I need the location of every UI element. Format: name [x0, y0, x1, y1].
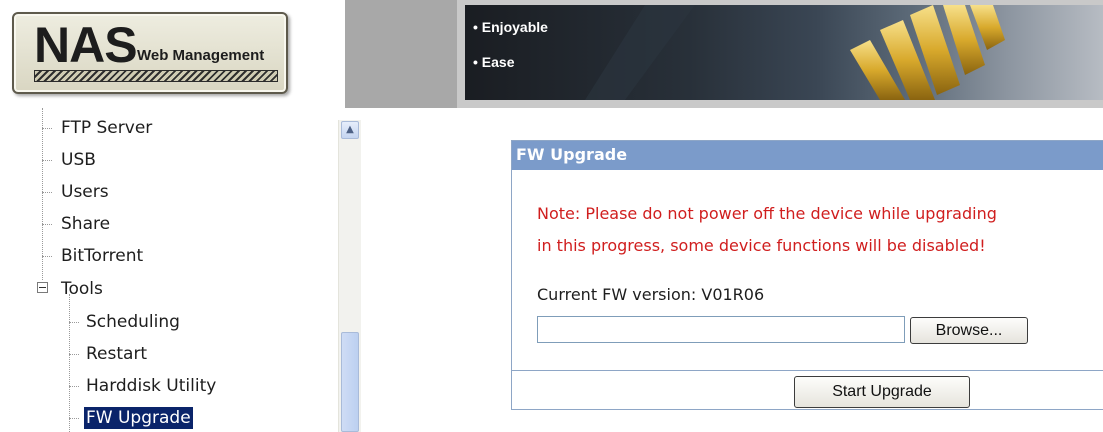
tree-connector	[69, 418, 79, 419]
tree-connector	[42, 224, 52, 225]
tree-connector	[42, 108, 43, 280]
banner-swoosh-graphic	[585, 5, 1005, 100]
panel-header: FW Upgrade	[512, 141, 1103, 170]
banner-bullet-enjoyable: • Enjoyable	[473, 19, 548, 35]
sidebar-item-fw-upgrade[interactable]: FW Upgrade	[84, 407, 193, 429]
tree-connector	[69, 354, 79, 355]
tree-connector	[42, 256, 52, 257]
nas-logo: NAS Web Management	[12, 12, 288, 94]
scrollbar-thumb[interactable]	[341, 332, 359, 432]
logo-stripe	[34, 70, 278, 82]
warning-note-line-1: Note: Please do not power off the device…	[537, 204, 997, 223]
panel-title: FW Upgrade	[516, 145, 628, 164]
sidebar-item-ftp-server[interactable]: FTP Server	[61, 117, 152, 139]
sidebar-item-usb[interactable]: USB	[61, 149, 96, 171]
banner-bullet-ease: • Ease	[473, 54, 515, 70]
warning-note-line-2: in this progress, some device functions …	[537, 236, 986, 255]
tree-connector	[42, 128, 52, 129]
banner-image: • Enjoyable • Ease	[465, 5, 1103, 100]
sidebar-tree: FTP Server USB Users Share BitTorrent To…	[0, 108, 362, 432]
fw-upgrade-panel: FW Upgrade Note: Please do not power off…	[511, 140, 1103, 410]
tools-collapse-toggle[interactable]	[37, 282, 48, 293]
tree-connector	[42, 192, 52, 193]
sidebar-item-harddisk-utility[interactable]: Harddisk Utility	[86, 375, 216, 397]
logo-title: NAS	[34, 17, 138, 73]
firmware-file-input[interactable]	[537, 316, 905, 343]
logo-subtitle: Web Management	[137, 47, 265, 64]
tree-connector	[42, 160, 52, 161]
sidebar-item-tools[interactable]: Tools	[61, 278, 103, 300]
sidebar-scrollbar[interactable]: ▲	[338, 120, 361, 432]
logo-area: NAS Web Management	[0, 0, 345, 108]
tree-connector	[69, 322, 79, 323]
header-spacer	[345, 0, 457, 108]
tree-connector	[69, 294, 70, 432]
sidebar-item-bittorrent[interactable]: BitTorrent	[61, 245, 143, 267]
header-banner: • Enjoyable • Ease	[457, 0, 1103, 108]
current-fw-version: Current FW version: V01R06	[537, 285, 765, 304]
sidebar-item-users[interactable]: Users	[61, 181, 109, 203]
panel-divider	[512, 370, 1103, 371]
sidebar-item-share[interactable]: Share	[61, 213, 110, 235]
scroll-up-icon[interactable]: ▲	[341, 121, 359, 139]
browse-button[interactable]: Browse...	[910, 317, 1028, 344]
tree-connector	[69, 386, 79, 387]
sidebar-item-restart[interactable]: Restart	[86, 343, 147, 365]
start-upgrade-button[interactable]: Start Upgrade	[794, 376, 970, 408]
sidebar-item-scheduling[interactable]: Scheduling	[86, 311, 180, 333]
